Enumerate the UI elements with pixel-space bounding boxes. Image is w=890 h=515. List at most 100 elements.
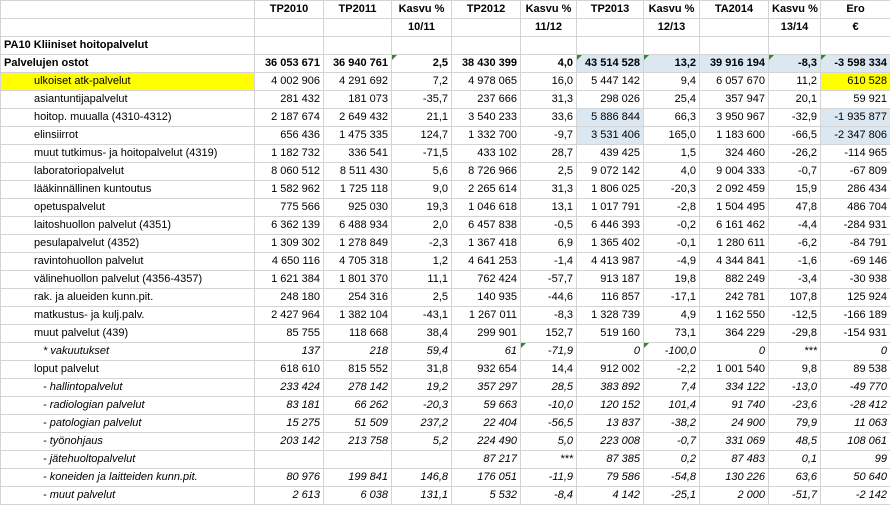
- value-cell[interactable]: 31,8: [391, 360, 452, 379]
- value-cell[interactable]: 925 030: [323, 198, 392, 217]
- value-cell[interactable]: 1 328 739: [576, 306, 644, 325]
- value-cell[interactable]: 13 837: [576, 414, 644, 433]
- value-cell[interactable]: 8 060 512: [254, 162, 324, 181]
- value-cell[interactable]: 278 142: [323, 378, 392, 397]
- value-cell[interactable]: -17,1: [643, 288, 700, 307]
- value-cell[interactable]: 38 430 399: [451, 54, 521, 73]
- value-cell[interactable]: 1 278 849: [323, 234, 392, 253]
- value-cell[interactable]: -30 938: [820, 270, 890, 289]
- value-cell[interactable]: 130 226: [699, 468, 769, 487]
- value-cell[interactable]: -4,4: [768, 216, 821, 235]
- value-cell[interactable]: 15,9: [768, 180, 821, 199]
- value-cell[interactable]: -0,2: [643, 216, 700, 235]
- value-cell[interactable]: 656 436: [254, 126, 324, 145]
- value-cell[interactable]: 0: [699, 342, 769, 361]
- value-cell[interactable]: 4 344 841: [699, 252, 769, 271]
- header-cell[interactable]: TA2014: [699, 0, 769, 19]
- value-cell[interactable]: 39 916 194: [699, 54, 769, 73]
- value-cell[interactable]: 1 475 335: [323, 126, 392, 145]
- value-cell[interactable]: 6 446 393: [576, 216, 644, 235]
- value-cell[interactable]: 1 332 700: [451, 126, 521, 145]
- value-cell[interactable]: 519 160: [576, 324, 644, 343]
- value-cell[interactable]: -54,8: [643, 468, 700, 487]
- value-cell[interactable]: 5 447 142: [576, 72, 644, 91]
- header-cell[interactable]: Kasvu %: [520, 0, 577, 19]
- value-cell[interactable]: 3 950 967: [699, 108, 769, 127]
- value-cell[interactable]: 165,0: [643, 126, 700, 145]
- header-cell[interactable]: [0, 0, 255, 19]
- row-label-cell[interactable]: elinsiirrot: [0, 126, 255, 145]
- value-cell[interactable]: 38,4: [391, 324, 452, 343]
- value-cell[interactable]: 25,4: [643, 90, 700, 109]
- value-cell[interactable]: -2,8: [643, 198, 700, 217]
- value-cell[interactable]: -26,2: [768, 144, 821, 163]
- header-cell[interactable]: TP2012: [451, 0, 521, 19]
- value-cell[interactable]: 775 566: [254, 198, 324, 217]
- value-cell[interactable]: 137: [254, 342, 324, 361]
- value-cell[interactable]: -12,5: [768, 306, 821, 325]
- value-cell[interactable]: 9,4: [643, 72, 700, 91]
- value-cell[interactable]: 610 528: [820, 72, 890, 91]
- row-label-cell[interactable]: - hallintopalvelut: [0, 378, 255, 397]
- value-cell[interactable]: 7,2: [391, 72, 452, 91]
- value-cell[interactable]: 28,7: [520, 144, 577, 163]
- value-cell[interactable]: -43,1: [391, 306, 452, 325]
- value-cell[interactable]: 9 072 142: [576, 162, 644, 181]
- value-cell[interactable]: 116 857: [576, 288, 644, 307]
- value-cell[interactable]: 336 541: [323, 144, 392, 163]
- value-cell[interactable]: 125 924: [820, 288, 890, 307]
- value-cell[interactable]: 83 181: [254, 396, 324, 415]
- value-cell[interactable]: 2 092 459: [699, 180, 769, 199]
- value-cell[interactable]: ***: [520, 450, 577, 469]
- empty-cell[interactable]: [576, 36, 644, 55]
- value-cell[interactable]: 87 483: [699, 450, 769, 469]
- value-cell[interactable]: -32,9: [768, 108, 821, 127]
- value-cell[interactable]: -25,1: [643, 486, 700, 505]
- value-cell[interactable]: 33,6: [520, 108, 577, 127]
- value-cell[interactable]: 1 801 370: [323, 270, 392, 289]
- value-cell[interactable]: 31,3: [520, 180, 577, 199]
- value-cell[interactable]: 6 057 670: [699, 72, 769, 91]
- value-cell[interactable]: 59 663: [451, 396, 521, 415]
- value-cell[interactable]: -0,5: [520, 216, 577, 235]
- value-cell[interactable]: -154 931: [820, 324, 890, 343]
- value-cell[interactable]: -66,5: [768, 126, 821, 145]
- value-cell[interactable]: 16,0: [520, 72, 577, 91]
- value-cell[interactable]: 1 382 104: [323, 306, 392, 325]
- value-cell[interactable]: 19,2: [391, 378, 452, 397]
- value-cell[interactable]: 31,3: [520, 90, 577, 109]
- value-cell[interactable]: 7,4: [643, 378, 700, 397]
- value-cell[interactable]: 66,3: [643, 108, 700, 127]
- value-cell[interactable]: 334 122: [699, 378, 769, 397]
- value-cell[interactable]: 4 291 692: [323, 72, 392, 91]
- value-cell[interactable]: 618 610: [254, 360, 324, 379]
- row-label-cell[interactable]: ulkoiset atk-palvelut: [0, 72, 255, 91]
- value-cell[interactable]: 107,8: [768, 288, 821, 307]
- value-cell[interactable]: 242 781: [699, 288, 769, 307]
- value-cell[interactable]: -1 935 877: [820, 108, 890, 127]
- value-cell[interactable]: 324 460: [699, 144, 769, 163]
- value-cell[interactable]: 47,8: [768, 198, 821, 217]
- value-cell[interactable]: 79 586: [576, 468, 644, 487]
- value-cell[interactable]: 59,4: [391, 342, 452, 361]
- value-cell[interactable]: 4 641 253: [451, 252, 521, 271]
- value-cell[interactable]: 79,9: [768, 414, 821, 433]
- value-cell[interactable]: 131,1: [391, 486, 452, 505]
- value-cell[interactable]: 19,8: [643, 270, 700, 289]
- value-cell[interactable]: 213 758: [323, 432, 392, 451]
- value-cell[interactable]: 6,9: [520, 234, 577, 253]
- value-cell[interactable]: 4 978 065: [451, 72, 521, 91]
- row-label-cell[interactable]: pesulapalvelut (4352): [0, 234, 255, 253]
- value-cell[interactable]: -20,3: [643, 180, 700, 199]
- row-label-cell[interactable]: muut tutkimus- ja hoitopalvelut (4319): [0, 144, 255, 163]
- empty-cell[interactable]: [520, 36, 577, 55]
- value-cell[interactable]: -3 598 334: [820, 54, 890, 73]
- value-cell[interactable]: 203 142: [254, 432, 324, 451]
- row-label-cell[interactable]: Palvelujen ostot: [0, 54, 255, 73]
- value-cell[interactable]: 87 385: [576, 450, 644, 469]
- value-cell[interactable]: -51,7: [768, 486, 821, 505]
- value-cell[interactable]: 140 935: [451, 288, 521, 307]
- row-label-cell[interactable]: rak. ja alueiden kunn.pit.: [0, 288, 255, 307]
- row-label-cell[interactable]: lääkinnällinen kuntoutus: [0, 180, 255, 199]
- value-cell[interactable]: 9,0: [391, 180, 452, 199]
